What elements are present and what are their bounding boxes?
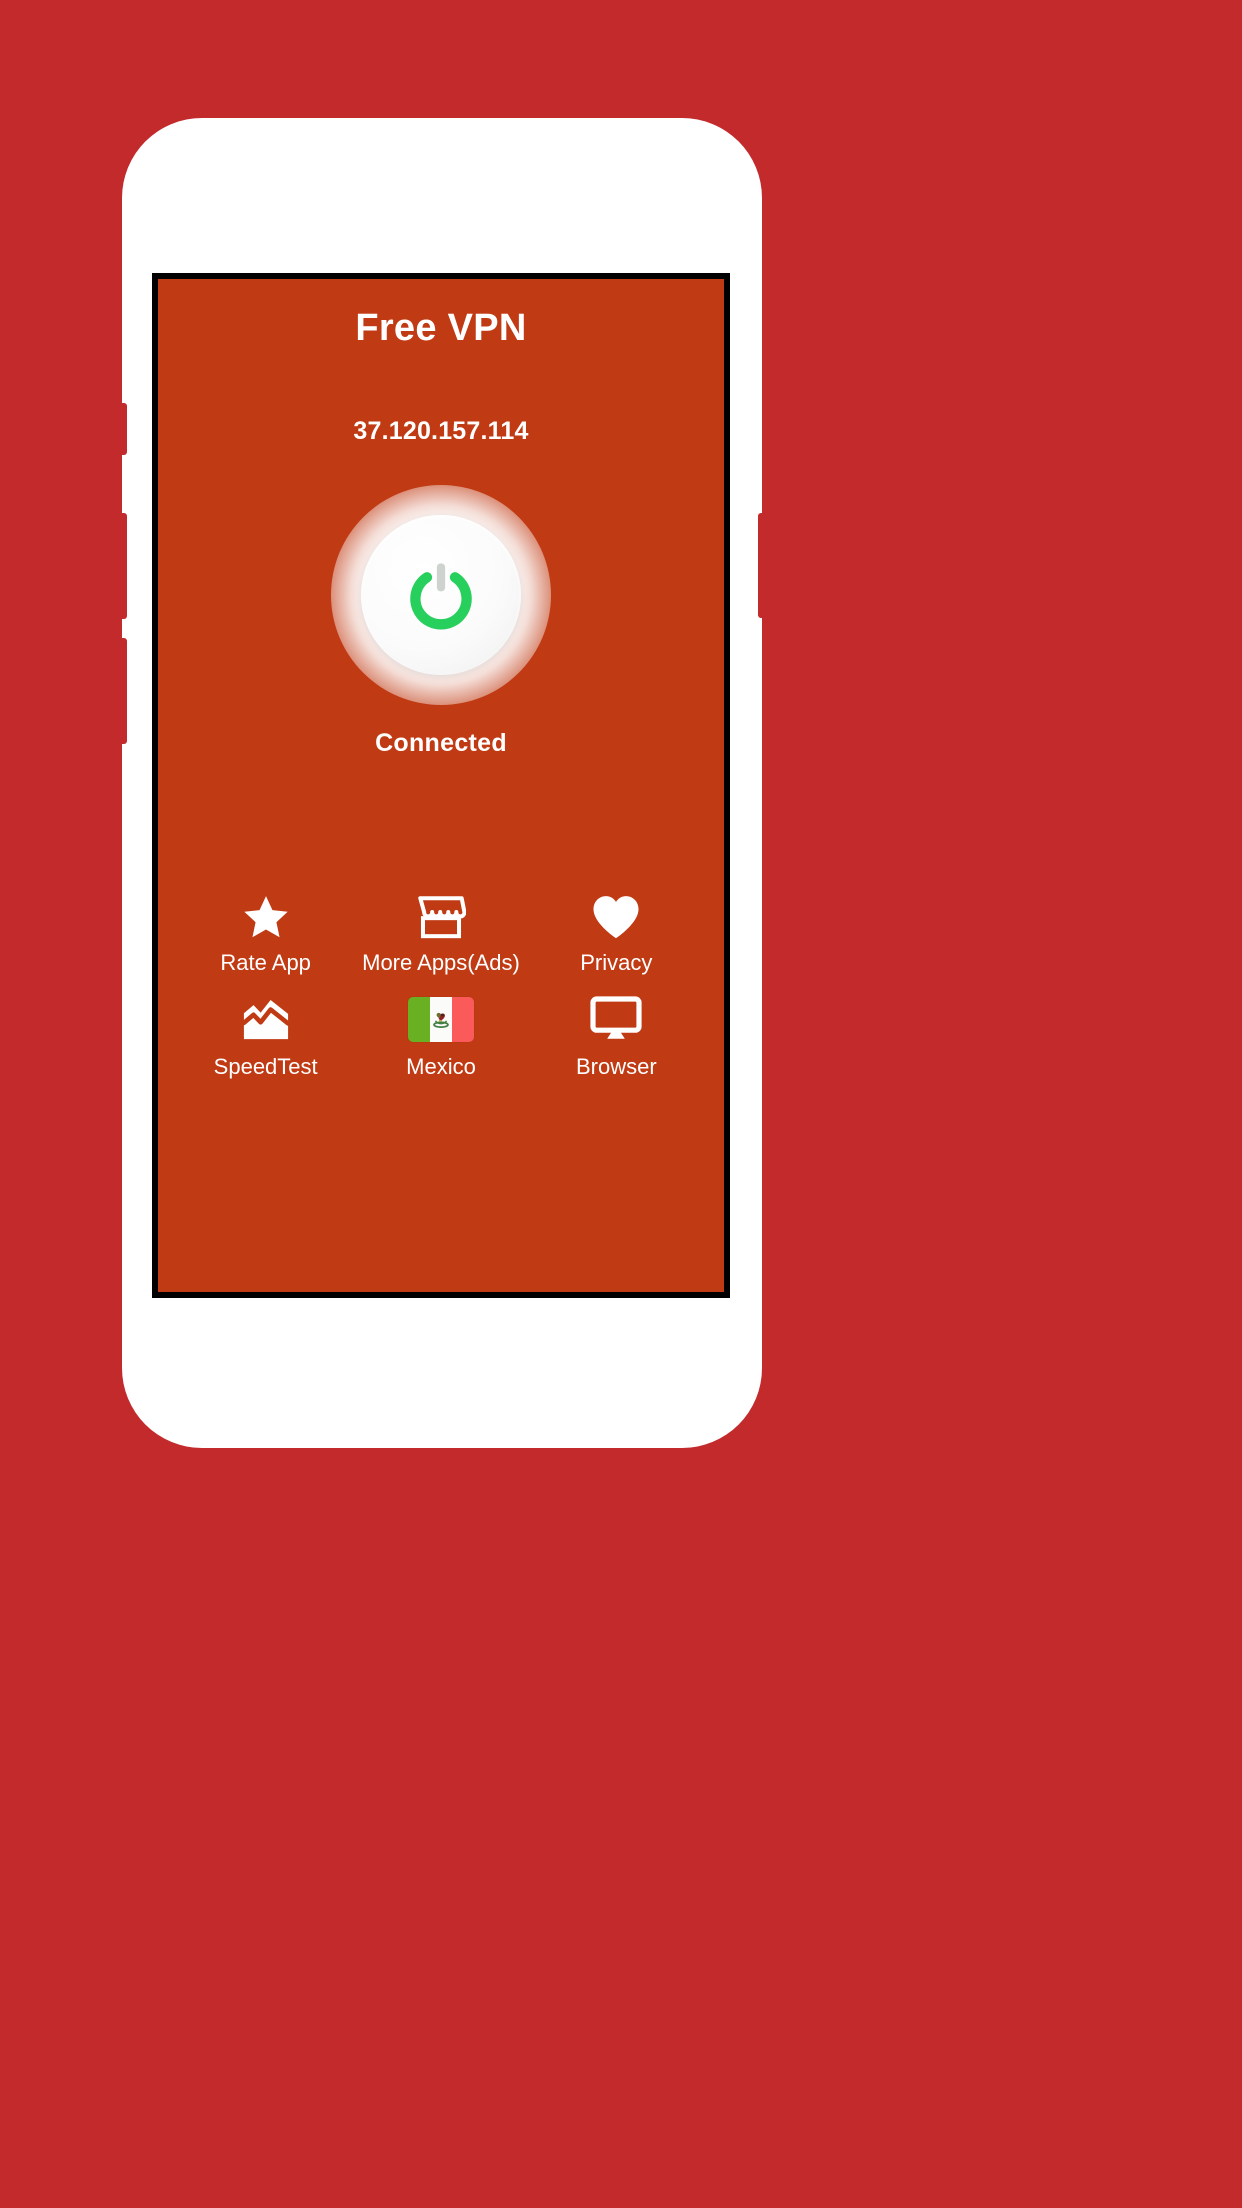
page-background: Free VPN 37.120.157.114 Connected Rate A… xyxy=(0,0,1242,2208)
phone-power-button[interactable] xyxy=(758,513,768,618)
feature-label: Mexico xyxy=(406,1054,476,1080)
feature-label: Privacy xyxy=(580,950,653,975)
mexico-flag-icon xyxy=(407,989,474,1049)
feature-row-1: Rate App More Apps(Ads) Privacy xyxy=(178,889,704,975)
feature-item-more-apps[interactable]: More Apps(Ads) xyxy=(353,889,528,975)
status-text: Connected xyxy=(375,729,507,757)
feature-item-privacy[interactable]: Privacy xyxy=(529,889,704,975)
feature-label: More Apps(Ads) xyxy=(362,950,520,975)
feature-row-2: SpeedTest Mexico Browser xyxy=(178,989,704,1079)
feature-label: Rate App xyxy=(220,950,311,975)
phone-volume-up-button[interactable] xyxy=(118,513,127,619)
phone-mockup: Free VPN 37.120.157.114 Connected Rate A… xyxy=(118,118,768,1448)
feature-item-rate-app[interactable]: Rate App xyxy=(178,889,353,975)
feature-grid: Rate App More Apps(Ads) Privacy SpeedTes… xyxy=(178,889,704,1079)
power-button-face[interactable] xyxy=(361,515,521,675)
flag-band-white xyxy=(429,996,452,1042)
phone-screen-bezel: Free VPN 37.120.157.114 Connected Rate A… xyxy=(152,273,730,1298)
star-icon xyxy=(241,889,291,945)
flag-band-red xyxy=(451,996,474,1042)
feature-item-speedtest[interactable]: SpeedTest xyxy=(178,989,353,1079)
monitor-icon xyxy=(590,989,642,1049)
heart-icon xyxy=(591,889,641,945)
mountain-chart-icon xyxy=(241,989,291,1049)
power-icon xyxy=(410,563,472,630)
coat-of-arms-icon xyxy=(433,1013,449,1029)
page-title: Free VPN xyxy=(355,307,527,349)
feature-item-browser[interactable]: Browser xyxy=(529,989,704,1079)
storefront-icon xyxy=(416,889,466,945)
phone-volume-down-button[interactable] xyxy=(118,638,127,744)
feature-item-location[interactable]: Mexico xyxy=(353,989,528,1079)
vpn-power-button[interactable] xyxy=(331,485,551,705)
phone-mute-switch[interactable] xyxy=(118,403,127,455)
app-screen: Free VPN 37.120.157.114 Connected Rate A… xyxy=(158,279,724,1292)
feature-label: SpeedTest xyxy=(213,1054,318,1080)
flag-band-green xyxy=(407,996,430,1042)
ip-address-text: 37.120.157.114 xyxy=(353,417,529,445)
feature-label: Browser xyxy=(575,1054,657,1080)
